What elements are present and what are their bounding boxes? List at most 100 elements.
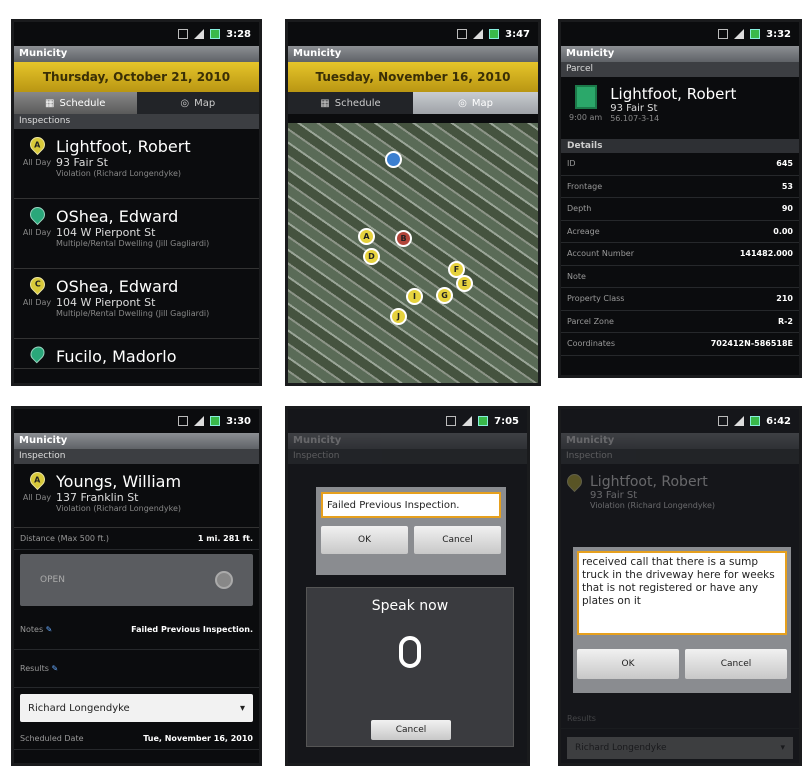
detail-key: Depth <box>567 204 592 214</box>
scheduled-date-value[interactable]: Tue, November 16, 2010 <box>143 734 253 743</box>
note-input[interactable]: Failed Previous Inspection. <box>321 492 501 518</box>
open-slider[interactable]: OPEN <box>20 554 253 606</box>
inspection-header: A All Day Youngs, William 137 Franklin St Vi… <box>14 464 259 528</box>
cancel-button[interactable]: Cancel <box>685 649 787 679</box>
item-name: OShea, Edward <box>56 207 179 226</box>
detail-row: Account Number 141482.000 <box>561 243 799 266</box>
clock: 7:05 <box>494 415 519 427</box>
date-header[interactable]: Thursday, October 21, 2010 <box>14 62 259 92</box>
battery-icon <box>489 29 500 39</box>
status-bar: 7:05 <box>288 409 527 433</box>
pin-icon <box>26 203 48 226</box>
parcel-owner: Lightfoot, Robert <box>610 85 737 103</box>
time-label: All Day <box>22 298 52 307</box>
app-title: Municity <box>561 46 799 62</box>
results-row-label: Results ✎ <box>20 664 59 673</box>
status-bar: 3:47 <box>288 22 538 46</box>
notes-row-label: Notes ✎ <box>20 625 53 634</box>
signal-icon <box>473 29 484 39</box>
building-icon <box>574 85 597 109</box>
pin-icon: A <box>26 468 48 491</box>
text-dialog: Failed Previous Inspection. OK Cancel <box>316 487 506 575</box>
item-address: 93 Fair St <box>590 490 638 501</box>
screen-parcel: 3:32 Municity Parcel 9:00 am Lightfoot, … <box>558 19 802 378</box>
app-title: Municity <box>288 433 527 449</box>
note-textarea[interactable]: received call that there is a sump truck… <box>577 551 787 635</box>
dropdown-arrow-icon: ▾ <box>780 743 785 753</box>
cancel-button[interactable]: Cancel <box>414 526 501 554</box>
pin-icon: C <box>26 273 48 296</box>
scheduled-date-label: Scheduled Date <box>20 734 84 743</box>
edit-pencil-icon[interactable]: ✎ <box>51 664 58 673</box>
map-pin[interactable]: J <box>390 308 407 325</box>
open-label: OPEN <box>40 575 65 585</box>
detail-value: 53 <box>781 181 793 191</box>
detail-row: Property Class 210 <box>561 288 799 311</box>
edit-pencil-icon[interactable]: ✎ <box>46 625 53 634</box>
item-type: Violation (Richard Longendyke) <box>56 169 182 178</box>
map-pin[interactable]: E <box>456 275 473 292</box>
item-name: Fucilo, Madorlo <box>56 347 177 366</box>
schedule-icon: ▦ <box>320 97 330 109</box>
screen-inspection: 3:30 Municity Inspection A All Day Youngs,… <box>11 406 262 766</box>
item-name: OShea, Edward <box>56 277 179 296</box>
item-type: Violation (Richard Longendyke) <box>590 501 716 510</box>
notes-value[interactable]: Failed Previous Inspection. <box>131 625 253 634</box>
tab-map[interactable]: ◎ Map <box>136 92 259 114</box>
section-title: Parcel <box>561 62 799 77</box>
map-pin[interactable]: A <box>358 228 375 245</box>
list-item[interactable]: C All Day OShea, Edward 104 W Pierpont St Mu… <box>14 269 259 339</box>
clock: 3:28 <box>226 28 251 40</box>
microphone-icon[interactable] <box>399 636 421 668</box>
detail-value: 210 <box>776 294 793 304</box>
speech-cancel-button[interactable]: Cancel <box>371 720 451 740</box>
distance-value: 1 mi. 281 ft. <box>197 534 253 543</box>
clock: 3:32 <box>766 28 791 40</box>
inspector-value: Richard Longendyke <box>28 702 130 714</box>
tab-schedule[interactable]: ▦ Schedule <box>288 92 413 114</box>
map-pin[interactable]: D <box>363 248 380 265</box>
app-title: Municity <box>14 433 259 449</box>
dropdown-arrow-icon: ▾ <box>239 702 245 714</box>
sd-card-icon <box>178 416 189 426</box>
map-view[interactable]: A B D F E G I J <box>288 123 538 383</box>
clock: 6:42 <box>766 415 791 427</box>
item-type: Multiple/Rental Dwelling (Jill Gagliardi… <box>56 309 210 318</box>
pin-icon: A <box>26 133 48 156</box>
section-title: Inspection <box>288 449 527 464</box>
app-title: Municity <box>288 46 538 62</box>
parcel-address: 93 Fair St <box>610 103 658 114</box>
map-pin[interactable]: I <box>406 288 423 305</box>
date-header[interactable]: Tuesday, November 16, 2010 <box>288 62 538 92</box>
tab-schedule-label: Schedule <box>334 97 381 109</box>
clock: 3:47 <box>505 28 530 40</box>
ok-button[interactable]: OK <box>577 649 679 679</box>
detail-value: 141482.000 <box>739 249 793 259</box>
inspector-select[interactable]: Richard Longendyke ▾ <box>567 737 793 759</box>
sd-card-icon <box>457 29 468 39</box>
section-title: Inspection <box>561 449 799 464</box>
detail-key: Frontage <box>567 181 603 191</box>
list-item[interactable]: All Day OShea, Edward 104 W Pierpont St Mul… <box>14 199 259 269</box>
detail-value: 0.00 <box>773 226 793 236</box>
time-label: All Day <box>22 228 52 237</box>
inspector-select[interactable]: Richard Longendyke ▾ <box>20 694 253 722</box>
speak-now-label: Speak now <box>371 598 449 614</box>
time-label: 9:00 am <box>569 113 603 122</box>
results-label: Results <box>567 714 596 723</box>
item-address: 93 Fair St <box>56 156 108 169</box>
detail-key: ID <box>567 159 576 169</box>
list-item[interactable]: Fucilo, Madorlo <box>14 339 259 369</box>
map-icon: ◎ <box>458 97 467 109</box>
map-pin[interactable]: G <box>436 287 453 304</box>
status-bar: 3:32 <box>561 22 799 46</box>
ok-button[interactable]: OK <box>321 526 408 554</box>
list-item[interactable]: A All Day Lightfoot, Robert 93 Fair St Viola… <box>14 129 259 199</box>
detail-row: Parcel Zone R-2 <box>561 311 799 333</box>
speech-dialog: Speak now Cancel <box>306 587 514 747</box>
map-icon: ◎ <box>180 97 190 109</box>
tab-map[interactable]: ◎ Map <box>413 92 538 114</box>
map-pin-location[interactable] <box>385 151 402 168</box>
map-pin[interactable]: B <box>395 230 412 247</box>
tab-schedule[interactable]: ▦ Schedule <box>14 92 137 114</box>
